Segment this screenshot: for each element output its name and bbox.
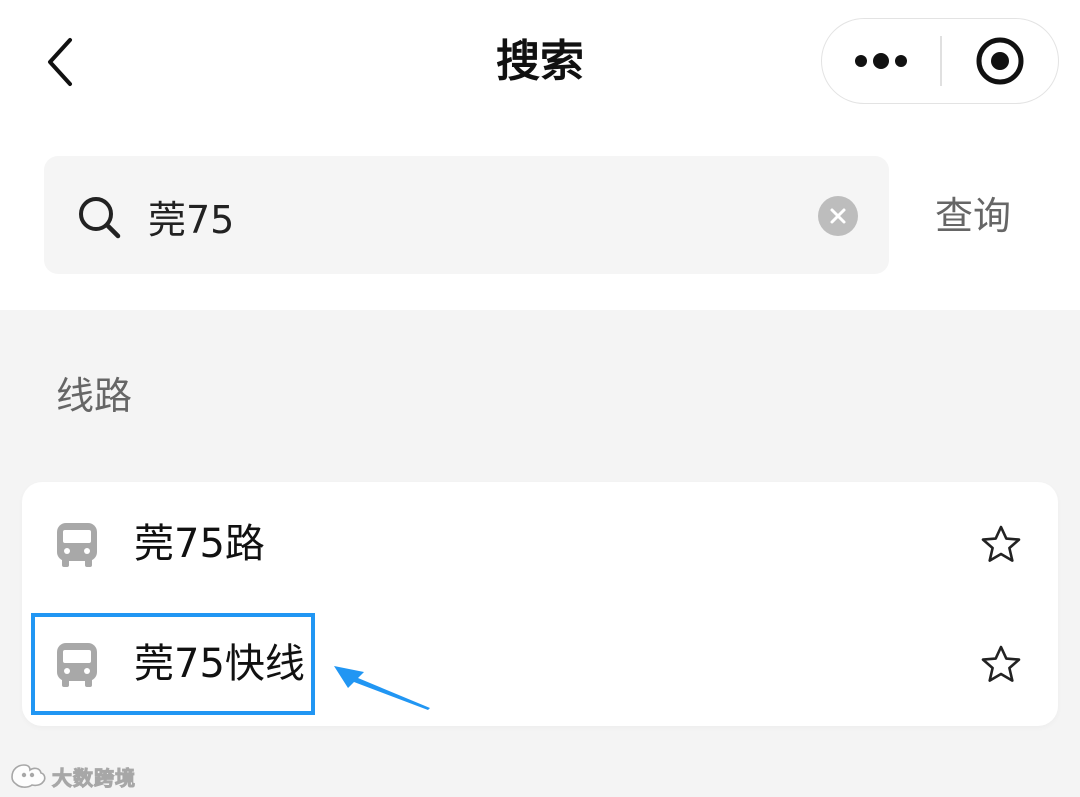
chevron-left-icon — [48, 38, 72, 86]
back-button[interactable] — [38, 32, 82, 92]
target-close-icon — [976, 37, 1024, 84]
more-button[interactable] — [822, 19, 940, 102]
bus-icon — [57, 643, 97, 687]
star-outline-icon[interactable] — [980, 524, 1022, 566]
bus-icon — [57, 523, 97, 567]
route-name: 莞75快线 — [134, 641, 305, 687]
clear-circle-icon — [830, 208, 846, 224]
clear-search-button[interactable] — [818, 196, 858, 236]
search-icon — [79, 197, 121, 239]
brand-logo-icon — [11, 764, 46, 788]
route-item[interactable]: 莞75路 — [22, 484, 1058, 604]
watermark: 大数跨境 — [8, 758, 136, 794]
close-miniprogram-button[interactable] — [942, 19, 1058, 102]
capsule-menu — [821, 18, 1059, 104]
search-input[interactable] — [148, 186, 788, 246]
more-dots-icon — [855, 52, 907, 69]
star-outline-icon[interactable] — [980, 644, 1022, 686]
section-title-routes: 线路 — [56, 374, 133, 418]
route-name: 莞75路 — [134, 521, 265, 567]
watermark-text: 大数跨境 — [52, 765, 136, 790]
query-button[interactable]: 查询 — [920, 186, 1026, 246]
route-item[interactable]: 莞75快线 — [22, 604, 1058, 724]
